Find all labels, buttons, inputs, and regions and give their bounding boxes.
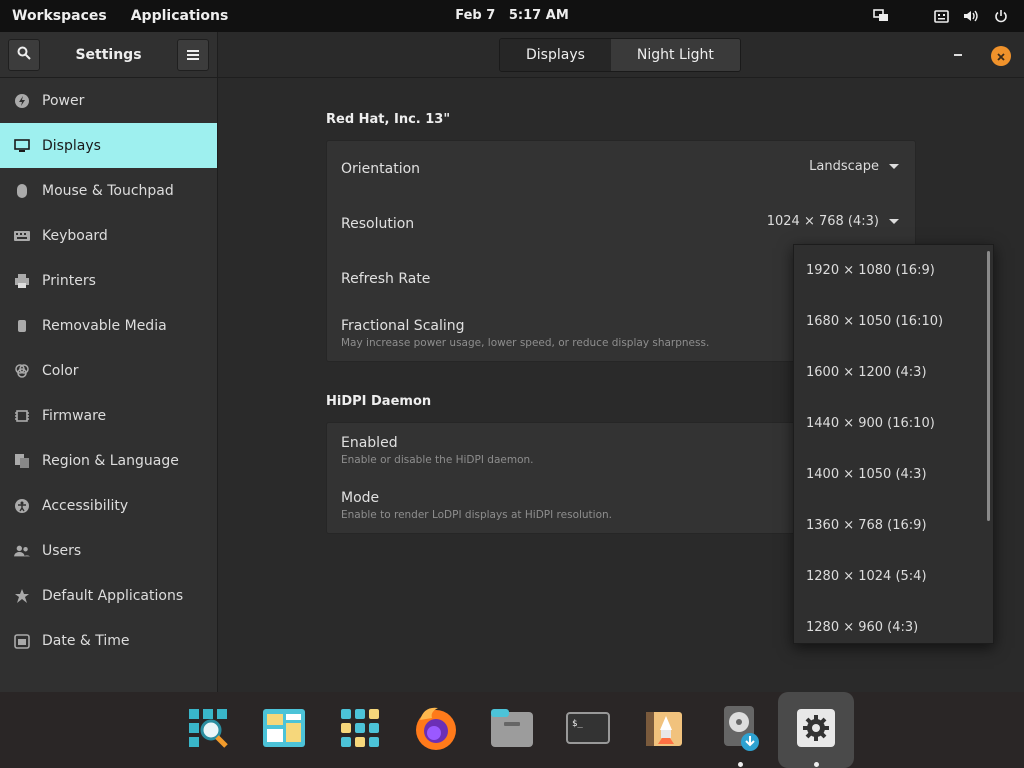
usb-icon — [14, 318, 30, 334]
sidebar-item-firmware[interactable]: Firmware — [0, 393, 217, 438]
keyboard-icon — [14, 228, 30, 244]
terminal-icon[interactable]: $_ — [562, 702, 614, 754]
mouse-icon — [14, 183, 30, 199]
keyboard-icon[interactable] — [932, 7, 950, 25]
sidebar-list: Power Displays Mouse & Touchpad Keyboard… — [0, 78, 217, 663]
clock-date[interactable]: Feb 7 — [455, 8, 495, 23]
resolution-option[interactable]: 1600 × 1200 (4:3) — [794, 347, 993, 398]
sidebar-item-label: Accessibility — [42, 497, 129, 514]
chevron-down-icon — [889, 219, 899, 224]
display-icon[interactable] — [872, 7, 890, 25]
files-icon[interactable] — [486, 702, 538, 754]
resolution-option[interactable]: 1360 × 768 (16:9) — [794, 500, 993, 551]
sidebar-item-keyboard[interactable]: Keyboard — [0, 213, 217, 258]
firefox-icon[interactable] — [410, 702, 462, 754]
installer-icon[interactable] — [714, 702, 766, 754]
close-button[interactable] — [991, 46, 1011, 66]
tab-night-light[interactable]: Night Light — [610, 39, 740, 71]
sidebar-item-date-time[interactable]: Date & Time — [0, 618, 217, 663]
power-icon[interactable] — [992, 7, 1010, 25]
resolution-popover: 1920 × 1080 (16:9) 1680 × 1050 (16:10) 1… — [793, 244, 994, 644]
search-app-icon[interactable] — [182, 702, 234, 754]
volume-icon[interactable] — [962, 7, 980, 25]
sidebar-item-default-applications[interactable]: Default Applications — [0, 573, 217, 618]
hamburger-menu-icon — [187, 45, 199, 64]
sidebar-item-power[interactable]: Power — [0, 78, 217, 123]
sidebar-item-label: Default Applications — [42, 587, 184, 604]
sidebar-item-label: Color — [42, 362, 79, 379]
minimize-button[interactable] — [952, 46, 966, 60]
sidebar-item-label: Mouse & Touchpad — [42, 182, 174, 199]
search-icon — [17, 45, 31, 64]
display-icon — [14, 138, 30, 154]
sidebar-item-label: Users — [42, 542, 82, 559]
resolution-option[interactable]: 1680 × 1050 (16:10) — [794, 296, 993, 347]
sidebar-item-printers[interactable]: Printers — [0, 258, 217, 303]
top-bar: Workspaces Applications Feb 7 5:17 AM — [0, 0, 1024, 32]
tab-displays[interactable]: Displays — [500, 39, 611, 71]
hidpi-title: HiDPI Daemon — [326, 394, 432, 409]
orientation-value: Landscape — [809, 159, 879, 174]
sidebar-item-users[interactable]: Users — [0, 528, 217, 573]
popover-scrollbar[interactable] — [987, 251, 990, 521]
resolution-option[interactable]: 1280 × 1024 (5:4) — [794, 551, 993, 602]
resolution-option[interactable]: 1400 × 1050 (4:3) — [794, 449, 993, 500]
menu-button[interactable] — [177, 38, 209, 71]
sidebar-item-label: Removable Media — [42, 317, 167, 334]
clock-time[interactable]: 5:17 AM — [509, 8, 569, 23]
resolution-row: Resolution 1024 × 768 (4:3) — [327, 196, 915, 251]
close-icon — [996, 47, 1006, 66]
settings-gear-icon[interactable] — [790, 702, 842, 754]
chip-icon — [14, 408, 30, 424]
app-title: Settings — [75, 46, 142, 63]
search-button[interactable] — [8, 38, 40, 71]
sidebar-item-label: Printers — [42, 272, 96, 289]
printer-icon — [14, 273, 30, 289]
app-grid-icon[interactable] — [334, 702, 386, 754]
popover-pointer — [888, 244, 904, 245]
sidebar-item-color[interactable]: Color — [0, 348, 217, 393]
sidebar-item-label: Power — [42, 92, 85, 109]
svg-text:$_: $_ — [572, 719, 583, 729]
resolution-dropdown[interactable]: 1024 × 768 (4:3) — [767, 214, 899, 229]
sidebar-item-label: Displays — [42, 137, 101, 154]
running-indicator — [738, 762, 743, 767]
resolution-option[interactable]: 1440 × 900 (16:10) — [794, 398, 993, 449]
sidebar-item-mouse-touchpad[interactable]: Mouse & Touchpad — [0, 168, 217, 213]
star-icon — [14, 588, 30, 604]
color-icon — [14, 363, 30, 379]
sidebar-item-accessibility[interactable]: Accessibility — [0, 483, 217, 528]
users-icon — [14, 543, 30, 559]
calendar-icon — [14, 633, 30, 649]
sidebar-item-label: Date & Time — [42, 632, 130, 649]
sidebar-item-label: Firmware — [42, 407, 107, 424]
orientation-row: Orientation Landscape — [327, 141, 915, 196]
chevron-down-icon — [889, 164, 899, 169]
view-switcher: Displays Night Light — [499, 38, 741, 72]
workspaces-button[interactable]: Workspaces — [12, 8, 107, 24]
resolution-option[interactable]: 1280 × 960 (4:3) — [794, 602, 993, 643]
sidebar: Settings Power Displays Mouse & Touchpad — [0, 32, 218, 692]
monitor-name: Red Hat, Inc. 13" — [326, 112, 451, 127]
sidebar-item-displays[interactable]: Displays — [0, 123, 217, 168]
resolution-option[interactable]: 1920 × 1080 (16:9) — [794, 245, 993, 296]
dock: $_ — [0, 692, 1024, 768]
sidebar-header: Settings — [0, 32, 217, 78]
accessibility-icon — [14, 498, 30, 514]
power-bolt-icon — [14, 93, 30, 109]
sidebar-item-label: Keyboard — [42, 227, 108, 244]
resolution-value: 1024 × 768 (4:3) — [766, 214, 879, 229]
sidebar-item-region-language[interactable]: Region & Language — [0, 438, 217, 483]
sidebar-item-label: Region & Language — [42, 452, 179, 469]
region-icon — [14, 453, 30, 469]
sidebar-item-removable-media[interactable]: Removable Media — [0, 303, 217, 348]
launcher-icon[interactable] — [638, 702, 690, 754]
running-indicator — [814, 762, 819, 767]
header-bar: Displays Night Light — [218, 32, 1024, 78]
applications-button[interactable]: Applications — [131, 8, 229, 24]
workspaces-app-icon[interactable] — [258, 702, 310, 754]
orientation-dropdown[interactable]: Landscape — [809, 159, 899, 174]
